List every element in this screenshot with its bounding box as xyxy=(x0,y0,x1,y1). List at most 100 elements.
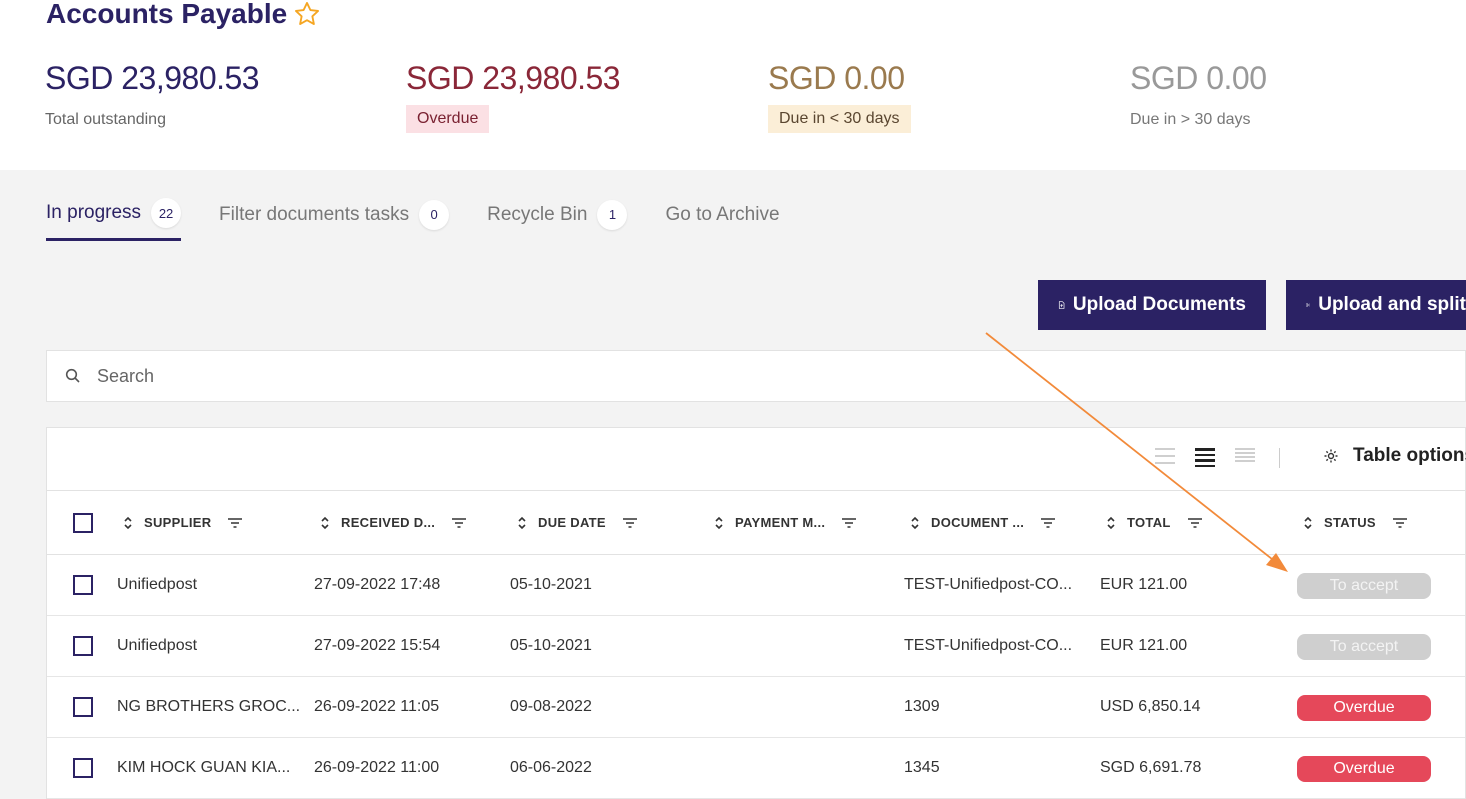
column-header-payment-method[interactable]: PAYMENT M... xyxy=(713,515,857,530)
cell-received-date: 26-09-2022 11:00 xyxy=(314,759,440,776)
density-relaxed-icon[interactable] xyxy=(1235,448,1255,462)
tab-label: Recycle Bin xyxy=(487,203,588,225)
cell-supplier: KIM HOCK GUAN KIA... xyxy=(117,759,291,776)
sort-icon xyxy=(1304,516,1312,529)
cell-supplier: Unifiedpost xyxy=(117,576,198,593)
cell-received-date: 27-09-2022 17:48 xyxy=(314,576,441,593)
table-row[interactable]: Unifiedpost 27-09-2022 17:48 05-10-2021 … xyxy=(47,555,1465,616)
cell-due-date: 06-06-2022 xyxy=(510,759,592,776)
file-upload-icon xyxy=(1058,301,1065,309)
tab-label: In progress xyxy=(46,202,142,223)
table-options-button[interactable]: Table options xyxy=(1323,445,1466,467)
kpi-amount: SGD 23,980.53 xyxy=(406,60,621,96)
sort-icon xyxy=(1107,516,1115,529)
cell-received-date: 26-09-2022 11:05 xyxy=(314,698,440,715)
search-input[interactable] xyxy=(97,365,697,387)
filter-icon[interactable] xyxy=(1040,517,1056,529)
tab-go-to-archive[interactable]: Go to Archive xyxy=(665,198,779,241)
sort-icon xyxy=(321,516,329,529)
sort-icon xyxy=(124,516,132,529)
sort-icon xyxy=(518,516,526,529)
tab-label: Go to Archive xyxy=(665,203,780,225)
status-badge: To accept xyxy=(1297,573,1431,599)
cell-total: SGD 6,691.78 xyxy=(1100,759,1202,776)
row-checkbox[interactable] xyxy=(73,636,93,656)
table-row[interactable]: Unifiedpost 27-09-2022 15:54 05-10-2021 … xyxy=(47,616,1465,677)
cell-due-date: 09-08-2022 xyxy=(510,698,592,715)
cell-document: 1309 xyxy=(904,698,940,715)
sort-icon xyxy=(715,516,723,529)
search-bar xyxy=(46,350,1466,402)
status-badge: Overdue xyxy=(1297,756,1431,782)
column-header-due-date[interactable]: DUE DATE xyxy=(516,515,638,530)
column-label: DOCUMENT ... xyxy=(931,515,1025,530)
column-label: PAYMENT M... xyxy=(735,515,826,530)
cell-total: USD 6,850.14 xyxy=(1100,698,1201,715)
cell-total: EUR 121.00 xyxy=(1100,637,1188,654)
sort-icon xyxy=(911,516,919,529)
kpi-amount: SGD 0.00 xyxy=(1130,60,1267,96)
search-icon xyxy=(65,368,80,383)
tab-count-badge: 22 xyxy=(151,198,182,228)
column-header-document[interactable]: DOCUMENT ... xyxy=(909,515,1056,530)
upload-and-split-button[interactable]: Upload and split xyxy=(1286,280,1466,330)
row-checkbox[interactable] xyxy=(73,575,93,595)
kpi-amount: SGD 0.00 xyxy=(768,60,905,96)
filter-icon[interactable] xyxy=(1187,517,1203,529)
column-header-supplier[interactable]: SUPPLIER xyxy=(122,515,243,530)
status-badge: Overdue xyxy=(1297,695,1431,721)
table-options-label: Table options xyxy=(1353,445,1466,466)
table-toolbar: Table options xyxy=(47,428,1466,491)
column-label: DUE DATE xyxy=(538,515,606,530)
upload-documents-label: Upload Documents xyxy=(1072,294,1246,315)
status-badge: To accept xyxy=(1297,634,1431,660)
density-normal-icon[interactable] xyxy=(1195,448,1215,467)
filter-icon[interactable] xyxy=(841,517,857,529)
column-label: RECEIVED D... xyxy=(341,515,436,530)
upload-documents-button[interactable]: Upload Documents xyxy=(1038,280,1266,330)
kpi-caption: Total outstanding xyxy=(45,111,166,128)
row-checkbox[interactable] xyxy=(73,758,93,778)
star-icon[interactable] xyxy=(293,0,321,28)
cell-supplier: Unifiedpost xyxy=(117,637,198,654)
cell-document: TEST-Unifiedpost-CO... xyxy=(904,637,1073,654)
overdue-pill: Overdue xyxy=(406,105,490,133)
column-label: TOTAL xyxy=(1127,515,1171,530)
kpi-due-lt-30[interactable]: SGD 0.00 Due in < 30 days xyxy=(768,60,911,133)
tab-in-progress[interactable]: In progress 22 xyxy=(46,198,182,241)
toolbar-divider xyxy=(1279,448,1280,468)
row-checkbox[interactable] xyxy=(73,697,93,717)
density-compact-icon[interactable] xyxy=(1155,448,1175,464)
kpi-total-outstanding: SGD 23,980.53 Total outstanding xyxy=(45,60,260,129)
column-header-status[interactable]: STATUS xyxy=(1302,515,1408,530)
table-row[interactable]: NG BROTHERS GROC... 26-09-2022 11:05 09-… xyxy=(47,677,1465,738)
upload-and-split-label: Upload and split xyxy=(1318,294,1466,315)
tab-recycle-bin[interactable]: Recycle Bin 1 xyxy=(487,198,628,241)
due-lt-30-pill: Due in < 30 days xyxy=(768,105,911,133)
column-header-received-date[interactable]: RECEIVED D... xyxy=(319,515,467,530)
select-all-checkbox[interactable] xyxy=(73,513,93,533)
document-tabs: In progress 22 Filter documents tasks 0 … xyxy=(46,198,780,241)
column-label: SUPPLIER xyxy=(144,515,212,530)
tab-count-badge: 1 xyxy=(597,199,628,230)
filter-icon[interactable] xyxy=(227,517,243,529)
documents-table: Table options SUPPLIER RECEIVED D... DUE… xyxy=(46,427,1466,799)
kpi-caption: Due in > 30 days xyxy=(1130,111,1251,128)
cell-received-date: 27-09-2022 15:54 xyxy=(314,637,441,654)
column-label: STATUS xyxy=(1324,515,1376,530)
filter-icon[interactable] xyxy=(622,517,638,529)
cell-total: EUR 121.00 xyxy=(1100,576,1188,593)
table-row[interactable]: KIM HOCK GUAN KIA... 26-09-2022 11:00 06… xyxy=(47,738,1465,799)
cell-supplier: NG BROTHERS GROC... xyxy=(117,698,301,715)
cell-due-date: 05-10-2021 xyxy=(510,637,592,654)
kpi-due-gt-30[interactable]: SGD 0.00 Due in > 30 days xyxy=(1130,60,1267,129)
kpi-overdue[interactable]: SGD 23,980.53 Overdue xyxy=(406,60,621,133)
cell-document: 1345 xyxy=(904,759,940,776)
tab-label: Filter documents tasks xyxy=(219,203,410,225)
column-header-total[interactable]: TOTAL xyxy=(1105,515,1203,530)
filter-icon[interactable] xyxy=(1392,517,1408,529)
tab-filter-documents-tasks[interactable]: Filter documents tasks 0 xyxy=(219,198,450,241)
cell-due-date: 05-10-2021 xyxy=(510,576,592,593)
page-title: Accounts Payable xyxy=(46,0,321,30)
filter-icon[interactable] xyxy=(451,517,467,529)
